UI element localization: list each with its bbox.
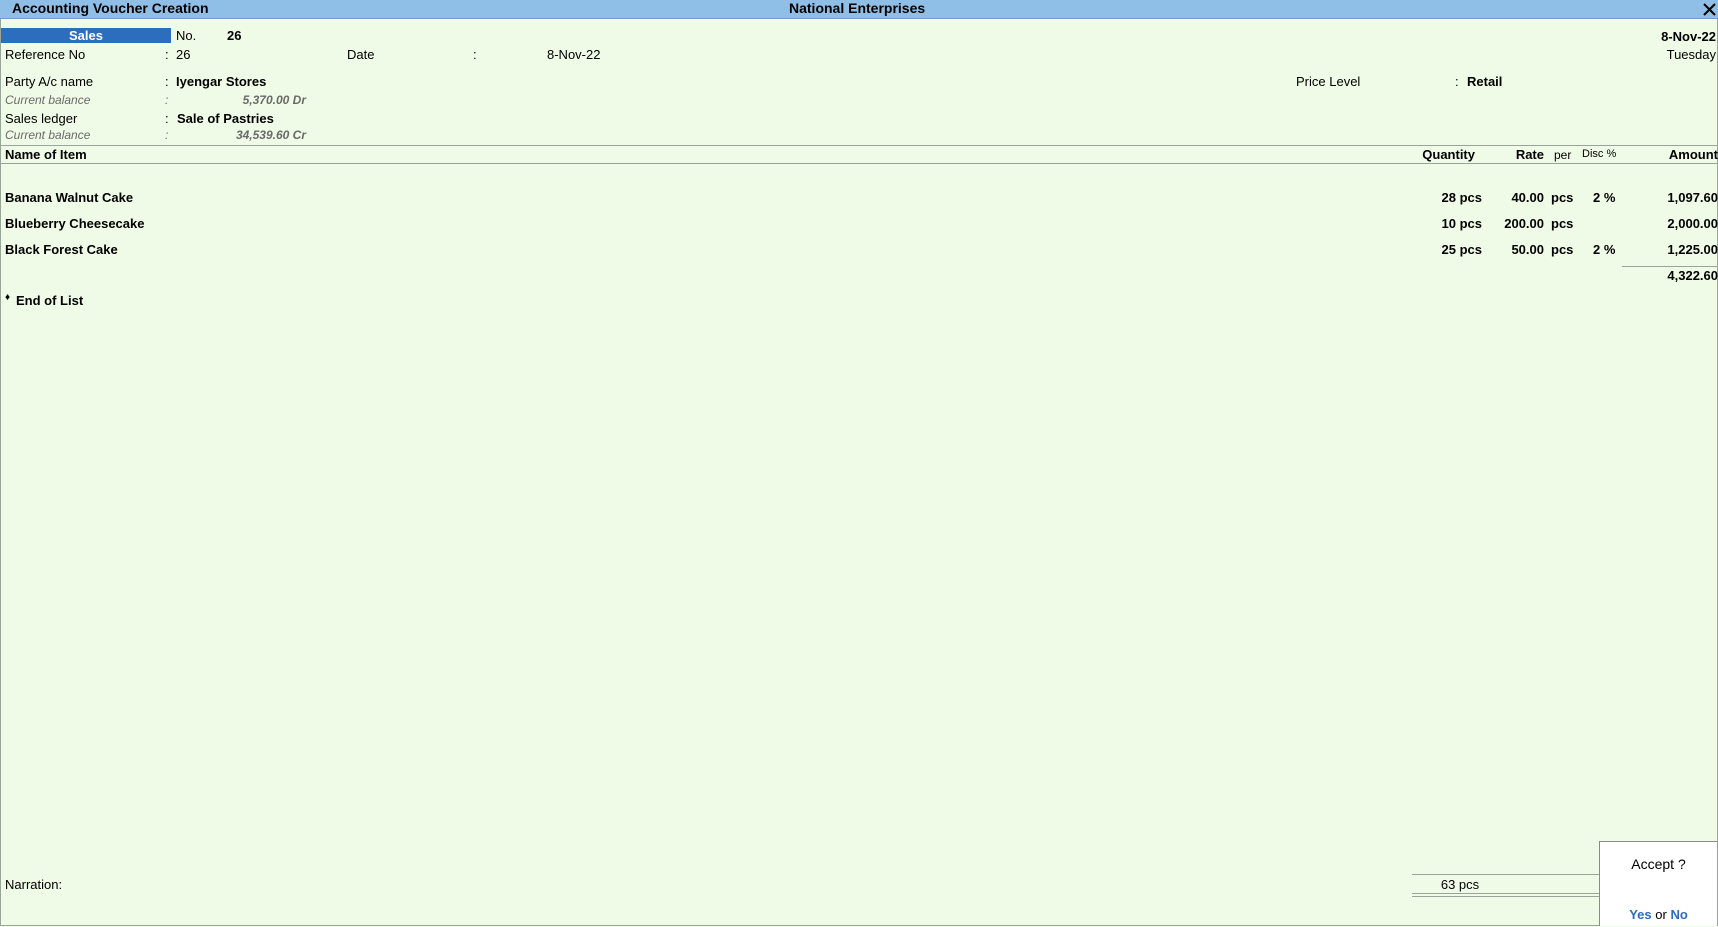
row-disc: 2 % bbox=[1593, 190, 1616, 205]
colon: : bbox=[473, 47, 477, 62]
voucher-no-label: No. bbox=[176, 28, 197, 43]
row-rate: 200.00 bbox=[1504, 216, 1544, 231]
voucher-date-display[interactable]: 8-Nov-22 bbox=[1661, 29, 1716, 44]
col-header-item: Name of Item bbox=[5, 147, 87, 162]
date-input[interactable]: 8-Nov-22 bbox=[547, 47, 600, 62]
col-header-rate: Rate bbox=[1515, 147, 1544, 162]
col-header-quantity: Quantity bbox=[1422, 147, 1475, 162]
accept-question: Accept ? bbox=[1631, 856, 1686, 872]
row-per: pcs bbox=[1551, 190, 1574, 205]
colon: : bbox=[165, 93, 169, 107]
accept-options: Yes or No bbox=[1600, 907, 1717, 922]
row-quantity: 28 pcs bbox=[1441, 190, 1482, 205]
close-icon bbox=[1703, 3, 1716, 16]
row-per: pcs bbox=[1551, 242, 1574, 257]
divider bbox=[1, 163, 1717, 164]
voucher-type-badge[interactable]: Sales bbox=[1, 28, 171, 43]
party-balance-value: 5,370.00 Dr bbox=[242, 93, 306, 107]
divider bbox=[1412, 874, 1599, 875]
row-quantity: 10 pcs bbox=[1441, 216, 1482, 231]
row-item: Blueberry Cheesecake bbox=[5, 216, 145, 231]
party-input[interactable]: Iyengar Stores bbox=[176, 74, 266, 89]
company-name: National Enterprises bbox=[789, 0, 926, 16]
party-label: Party A/c name bbox=[5, 74, 94, 89]
window-title: Accounting Voucher Creation bbox=[12, 0, 209, 16]
close-button[interactable] bbox=[1700, 0, 1718, 18]
row-amount: 1,225.00 bbox=[1667, 242, 1718, 257]
row-amount: 1,097.60 bbox=[1667, 190, 1718, 205]
price-level-label: Price Level bbox=[1296, 74, 1361, 89]
row-rate: 40.00 bbox=[1511, 190, 1544, 205]
sales-ledger-balance-label: Current balance bbox=[5, 128, 91, 142]
colon: : bbox=[165, 74, 169, 89]
col-header-per: per bbox=[1554, 148, 1572, 162]
colon: : bbox=[165, 111, 169, 126]
row-rate: 50.00 bbox=[1511, 242, 1544, 257]
date-label: Date bbox=[347, 47, 375, 62]
divider bbox=[1, 145, 1717, 146]
reference-input[interactable]: 26 bbox=[176, 47, 190, 62]
end-of-list-marker: ♦ bbox=[5, 292, 11, 303]
title-bar: Accounting Voucher Creation National Ent… bbox=[0, 0, 1718, 19]
sales-ledger-label: Sales ledger bbox=[5, 111, 78, 126]
row-item: Banana Walnut Cake bbox=[5, 190, 134, 205]
subtotal-amount: 4,322.60 bbox=[1667, 268, 1718, 283]
voucher-no-value[interactable]: 26 bbox=[227, 28, 241, 43]
row-quantity: 25 pcs bbox=[1441, 242, 1482, 257]
reference-label: Reference No bbox=[5, 47, 86, 62]
sales-ledger-balance-value: 34,539.60 Cr bbox=[235, 128, 306, 142]
yes-button[interactable]: Yes bbox=[1629, 907, 1651, 922]
voucher-day-display: Tuesday bbox=[1666, 47, 1716, 62]
row-amount: 2,000.00 bbox=[1667, 216, 1718, 231]
subtotal-divider bbox=[1622, 266, 1717, 267]
or-label: or bbox=[1655, 907, 1667, 922]
row-per: pcs bbox=[1551, 216, 1574, 231]
colon: : bbox=[165, 128, 169, 142]
colon: : bbox=[1455, 74, 1459, 89]
colon: : bbox=[165, 47, 169, 62]
price-level-input[interactable]: Retail bbox=[1467, 74, 1502, 89]
total-quantity: 63 pcs bbox=[1440, 877, 1480, 892]
row-item: Black Forest Cake bbox=[5, 242, 118, 257]
col-header-amount: Amount bbox=[1668, 147, 1718, 162]
end-of-list[interactable]: End of List bbox=[16, 293, 83, 308]
accept-dialog: Accept ? Yes or No bbox=[1599, 841, 1717, 926]
row-disc: 2 % bbox=[1593, 242, 1616, 257]
divider bbox=[1412, 893, 1599, 894]
no-button[interactable]: No bbox=[1670, 907, 1687, 922]
divider bbox=[1412, 896, 1599, 897]
party-balance-label: Current balance bbox=[5, 93, 91, 107]
col-header-disc: Disc % bbox=[1582, 148, 1617, 160]
sales-ledger-input[interactable]: Sale of Pastries bbox=[177, 111, 274, 126]
narration-label: Narration: bbox=[5, 877, 63, 892]
